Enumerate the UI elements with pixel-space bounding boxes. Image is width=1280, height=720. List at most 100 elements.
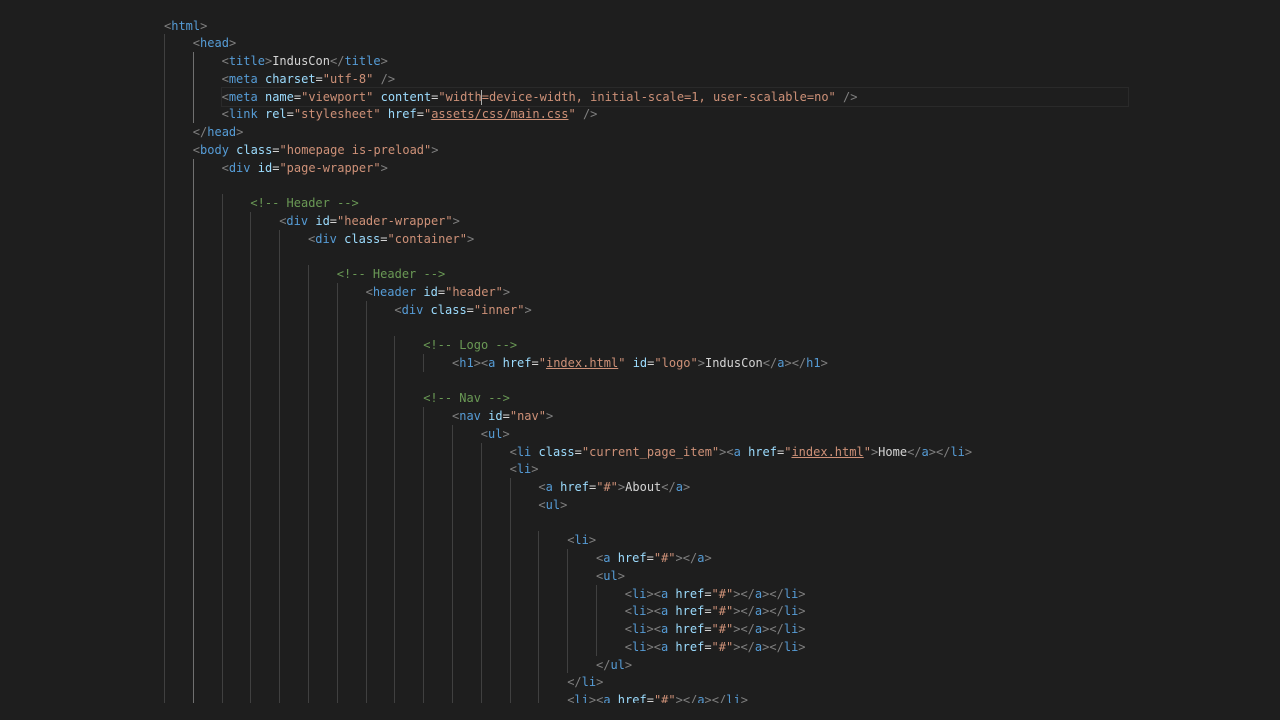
code-line-8[interactable]: <body class="homepage is-preload"> bbox=[193, 141, 1280, 159]
indent-guide bbox=[336, 282, 338, 703]
code-line-21[interactable] bbox=[423, 372, 1280, 390]
code-line-26[interactable]: <li> bbox=[510, 460, 1280, 478]
code-token: "#" bbox=[596, 480, 618, 494]
code-token: "utf-8" bbox=[322, 71, 374, 86]
code-token: href bbox=[617, 551, 647, 565]
code-token: "header" bbox=[445, 284, 503, 299]
code-line-22[interactable]: <!-- Nav --> bbox=[423, 389, 1280, 407]
code-token: = bbox=[646, 693, 654, 703]
code-line-19[interactable]: <!-- Logo --> bbox=[423, 336, 1280, 354]
code-token: a bbox=[545, 480, 553, 494]
code-line-9[interactable]: <div id="page-wrapper"> bbox=[222, 159, 1280, 177]
code-line-24[interactable]: <ul> bbox=[481, 425, 1280, 443]
code-line-33[interactable]: <li><a href="#"></a></li> bbox=[625, 585, 1280, 603]
code-token: li bbox=[783, 622, 799, 636]
code-token: < bbox=[221, 54, 229, 68]
code-line-20[interactable]: <h1><a href="index.html" id="logo">Indus… bbox=[452, 354, 1280, 372]
code-line-6[interactable]: <link rel="stylesheet" href="assets/css/… bbox=[222, 105, 1280, 123]
code-token: < bbox=[221, 107, 229, 122]
code-token: </ bbox=[661, 480, 676, 494]
code-token: = bbox=[272, 142, 280, 157]
code-line-7[interactable]: </head> bbox=[193, 123, 1280, 141]
code-token: rel bbox=[264, 107, 287, 122]
indent-guide bbox=[394, 336, 396, 703]
code-token: <!-- Header --> bbox=[336, 267, 446, 281]
code-token: > bbox=[531, 462, 539, 477]
code-line-28[interactable]: <ul> bbox=[538, 496, 1280, 514]
code-token: " bbox=[538, 355, 546, 370]
code-line-17[interactable]: <div class="inner"> bbox=[394, 301, 1280, 319]
code-link: index.html bbox=[791, 444, 864, 459]
indent-guide bbox=[192, 158, 194, 703]
code-token: ></ bbox=[704, 693, 727, 703]
code-token: >< bbox=[646, 604, 661, 619]
code-token: > bbox=[798, 639, 806, 654]
code-token: li bbox=[632, 622, 647, 636]
code-line-13[interactable]: <div class="container"> bbox=[308, 230, 1280, 248]
code-token: > bbox=[798, 604, 806, 619]
code-line-15[interactable]: <!-- Header --> bbox=[337, 265, 1280, 283]
code-line-18[interactable] bbox=[394, 318, 1280, 336]
code-line-38[interactable]: </li> bbox=[567, 673, 1280, 691]
code-line-36[interactable]: <li><a href="#"></a></li> bbox=[625, 638, 1280, 656]
code-token: div bbox=[228, 160, 251, 175]
code-token: "#" bbox=[711, 622, 734, 636]
code-line-11[interactable]: <!-- Header --> bbox=[250, 194, 1280, 212]
indent-guide bbox=[480, 442, 482, 703]
code-token: "width bbox=[438, 89, 482, 104]
code-line-1[interactable]: <html> bbox=[164, 17, 1264, 35]
code-token: ></ bbox=[762, 639, 784, 654]
code-line-39[interactable]: <li><a href="#"></a></li> bbox=[567, 691, 1280, 703]
indent-guide bbox=[567, 549, 569, 674]
code-line-37[interactable]: </ul> bbox=[596, 656, 1280, 674]
code-token: ul bbox=[488, 426, 503, 441]
code-line-29[interactable] bbox=[538, 514, 1280, 532]
code-line-12[interactable]: <div id="header-wrapper"> bbox=[279, 212, 1280, 230]
indent-guide bbox=[365, 300, 367, 703]
code-line-30[interactable]: <li> bbox=[567, 531, 1280, 549]
indent-guide bbox=[279, 229, 281, 703]
code-token: li bbox=[574, 693, 589, 703]
code-line-31[interactable]: <a href="#"></a> bbox=[596, 549, 1280, 567]
code-line-3[interactable]: <title>IndusCon</title> bbox=[222, 52, 1280, 70]
code-token: IndusCon bbox=[704, 355, 763, 370]
code-line-35[interactable]: <li><a href="#"></a></li> bbox=[625, 620, 1280, 638]
code-token: href bbox=[675, 622, 705, 636]
indent-guide bbox=[596, 584, 597, 656]
code-token: ></ bbox=[675, 693, 698, 703]
code-token: </ bbox=[567, 675, 582, 690]
code-token: href bbox=[617, 693, 647, 703]
indent-guide bbox=[423, 353, 425, 372]
code-editor[interactable]: <html> <head> <title>IndusCon</title> <meta… bbox=[0, 0, 1280, 703]
indent-guide bbox=[192, 52, 194, 123]
code-token: "inner" bbox=[473, 302, 525, 317]
code-line-4[interactable]: <meta charset="utf-8" /> bbox=[222, 70, 1280, 88]
code-token: < bbox=[624, 586, 633, 601]
code-line-25[interactable]: <li class="current_page_item"><a href="i… bbox=[510, 443, 1280, 461]
code-line-5[interactable]: <meta name="viewport" content="width=dev… bbox=[220, 86, 1129, 107]
code-line-34[interactable]: <li><a href="#"></a></li> bbox=[625, 602, 1280, 620]
code-line-14[interactable] bbox=[308, 247, 1280, 265]
code-token: < bbox=[365, 284, 373, 299]
code-line-23[interactable]: <nav id="nav"> bbox=[452, 407, 1280, 425]
code-line-27[interactable]: <a href="#">About</a> bbox=[538, 478, 1280, 496]
code-token: "page-wrapper" bbox=[279, 160, 381, 175]
code-token: ></ bbox=[733, 604, 755, 619]
code-token: href bbox=[560, 480, 589, 494]
code-line-2[interactable]: <head> bbox=[193, 34, 1280, 52]
code-line-32[interactable]: <ul> bbox=[596, 567, 1280, 585]
code-token: a bbox=[921, 444, 929, 459]
code-line-10[interactable] bbox=[222, 176, 1280, 194]
code-token: href bbox=[675, 639, 705, 654]
code-line-16[interactable]: <header id="header"> bbox=[366, 283, 1280, 301]
code-token: > bbox=[524, 302, 532, 317]
code-token: li bbox=[516, 444, 532, 459]
